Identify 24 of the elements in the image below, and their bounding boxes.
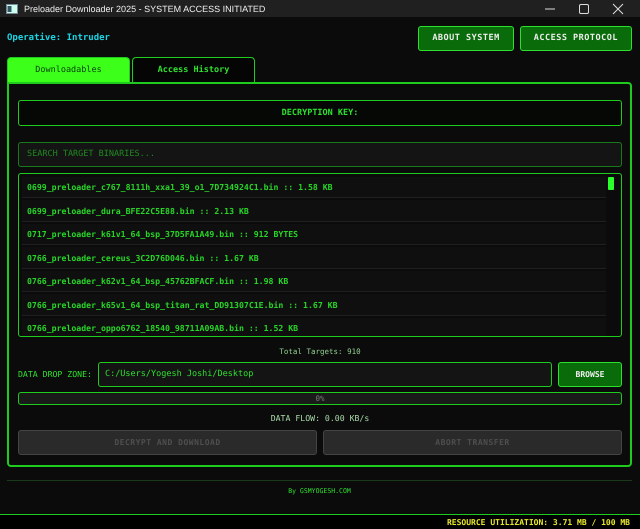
header-button[interactable]: ACCESS PROTOCOL bbox=[520, 26, 632, 50]
file-list-item[interactable]: 0699_preloader_dura_BFE22C5E88.bin :: 2.13 KB bbox=[22, 200, 606, 222]
drop-zone-label: DATA DROP ZONE: bbox=[18, 369, 92, 380]
browse-button[interactable]: BROWSE bbox=[558, 362, 622, 387]
file-list-item[interactable]: 0766_preloader_oppo6762_18540_98711A09AB.bin :: 1.52 KB bbox=[22, 318, 606, 336]
file-list-item[interactable]: 0766_preloader_cereus_3C2D76D046.bin :: 1.67 KB bbox=[22, 247, 606, 269]
tab[interactable]: Downloadables bbox=[7, 57, 130, 82]
operative-label: Operative: Intruder bbox=[7, 33, 110, 43]
data-flow-label: DATA FLOW: 0.00 KB/s bbox=[270, 413, 370, 423]
file-list-item[interactable]: 0766_preloader_k62v1_64_bsp_45762BFACF.bin :: 1.98 KB bbox=[22, 270, 606, 292]
resource-utilization-label: RESOURCE UTILIZATION: 3.71 MB / 100 MB bbox=[446, 518, 630, 526]
header-button[interactable]: ABOUT SYSTEM bbox=[418, 26, 514, 50]
window-title: Preloader Downloader 2025 - SYSTEM ACCESS INITIATED bbox=[24, 4, 266, 14]
search-field[interactable]: SEARCH TARGET BINARIES... bbox=[18, 142, 622, 167]
app-icon bbox=[6, 2, 18, 14]
file-list-item[interactable]: 0699_preloader_c767_8111h_xxa1_39_o1_7D734924C1.bin :: 1.58 KB bbox=[22, 176, 606, 198]
tab[interactable]: Access History bbox=[132, 57, 255, 82]
file-list-item[interactable]: 0717_preloader_k61v1_64_bsp_37D5FA1A49.bin :: 912 BYTES bbox=[22, 224, 606, 246]
maximize-icon[interactable] bbox=[578, 2, 590, 14]
path-field[interactable]: C:/Users/Yogesh Joshi/Desktop bbox=[98, 362, 552, 387]
file-list-item[interactable]: 0766_preloader_k65v1_64_bsp_titan_rat_DD91307C1E.bin :: 1.67 KB bbox=[22, 294, 606, 316]
scrollbar-thumb[interactable] bbox=[608, 176, 614, 190]
decryption-key-label: DECRYPTION KEY: bbox=[18, 100, 622, 126]
close-icon[interactable] bbox=[612, 2, 624, 14]
